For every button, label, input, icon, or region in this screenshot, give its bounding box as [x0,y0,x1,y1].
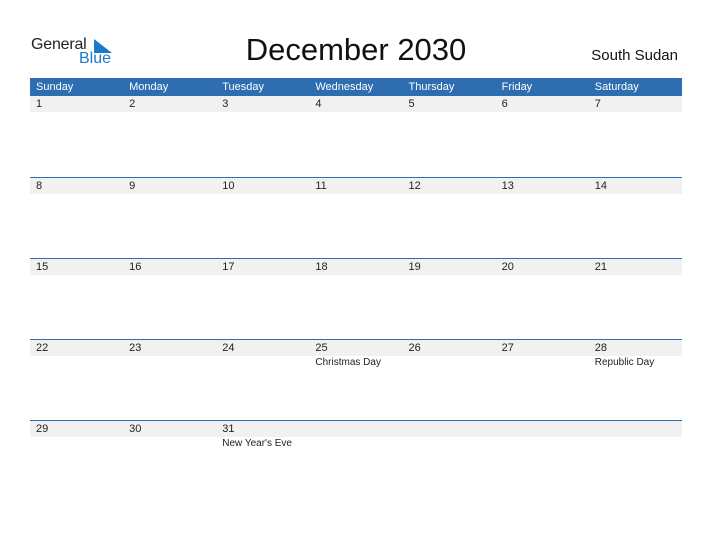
calendar-grid: Sunday Monday Tuesday Wednesday Thursday… [30,78,682,501]
weekday-monday: Monday [129,81,169,93]
day-number: 27 [501,342,514,354]
day-number: 8 [36,180,43,192]
day-number [309,421,402,437]
day-number: 10 [222,180,235,192]
day-number: 14 [594,180,607,192]
weekday-tuesday: Tuesday [222,81,265,93]
day-number: 11 [315,180,327,192]
day-number: 30 [129,423,142,435]
weekday-wednesday: Wednesday [315,81,374,93]
day-number: 3 [222,98,229,110]
weekday-header: Sunday Monday Tuesday Wednesday Thursday… [30,78,682,96]
day-number: 12 [408,180,421,192]
holiday-label: Christmas Day [315,357,381,368]
day-number: 4 [315,98,322,110]
day-number: 21 [594,261,607,273]
day-number: 18 [315,261,328,273]
day-number-band: 29 30 31 [30,421,682,437]
day-number [496,421,589,437]
day-number: 2 [129,98,136,110]
day-number: 17 [222,261,235,273]
day-number: 7 [594,98,601,110]
day-number-band: 22 23 24 25 26 27 28 [30,340,682,356]
day-number: 24 [222,342,235,354]
day-number: 28 [594,342,607,354]
holiday-band: Christmas Day Republic Day [30,356,682,369]
holiday-label [30,356,123,369]
week-row: 1 2 3 4 5 6 7 [30,96,682,177]
week-row: 22 23 24 25 26 27 28 Christmas Day Republic Day [30,339,682,420]
weekday-thursday: Thursday [408,81,455,93]
holiday-label: Republic Day [594,357,655,368]
holiday-label [403,356,496,369]
day-number: 16 [129,261,142,273]
holiday-label [123,356,216,369]
day-number: 26 [408,342,421,354]
weekday-saturday: Saturday [594,81,639,93]
holiday-label [496,437,589,450]
day-number-band: 8 9 10 11 12 13 14 [30,178,682,194]
day-number: 5 [408,98,415,110]
weekday-sunday: Sunday [36,81,74,93]
day-number: 20 [501,261,514,273]
holiday-label [403,437,496,450]
holiday-label [309,437,402,450]
day-number-band: 1 2 3 4 5 6 7 [30,96,682,112]
country-label: South Sudan [591,47,678,64]
day-number: 22 [36,342,49,354]
holiday-band: New Year's Eve [30,437,682,450]
holiday-label: New Year's Eve [222,438,292,449]
day-number: 9 [129,180,136,192]
holiday-label [589,437,682,450]
weekday-friday: Friday [501,81,533,93]
day-number: 25 [315,342,328,354]
day-number-band: 15 16 17 18 19 20 21 [30,259,682,275]
day-number: 31 [222,423,235,435]
week-row: 8 9 10 11 12 13 14 [30,177,682,258]
holiday-label [496,356,589,369]
holiday-label [216,356,309,369]
week-row: 15 16 17 18 19 20 21 [30,258,682,339]
day-number: 19 [408,261,421,273]
holiday-label [123,437,216,450]
day-number: 1 [36,98,43,110]
day-number: 6 [501,98,508,110]
day-number: 23 [129,342,142,354]
day-number [403,421,496,437]
day-number: 15 [36,261,49,273]
week-row: 29 30 31 New Year's Eve [30,420,682,501]
day-number: 29 [36,423,49,435]
day-number: 13 [501,180,514,192]
holiday-label [30,437,123,450]
day-number [589,421,682,437]
